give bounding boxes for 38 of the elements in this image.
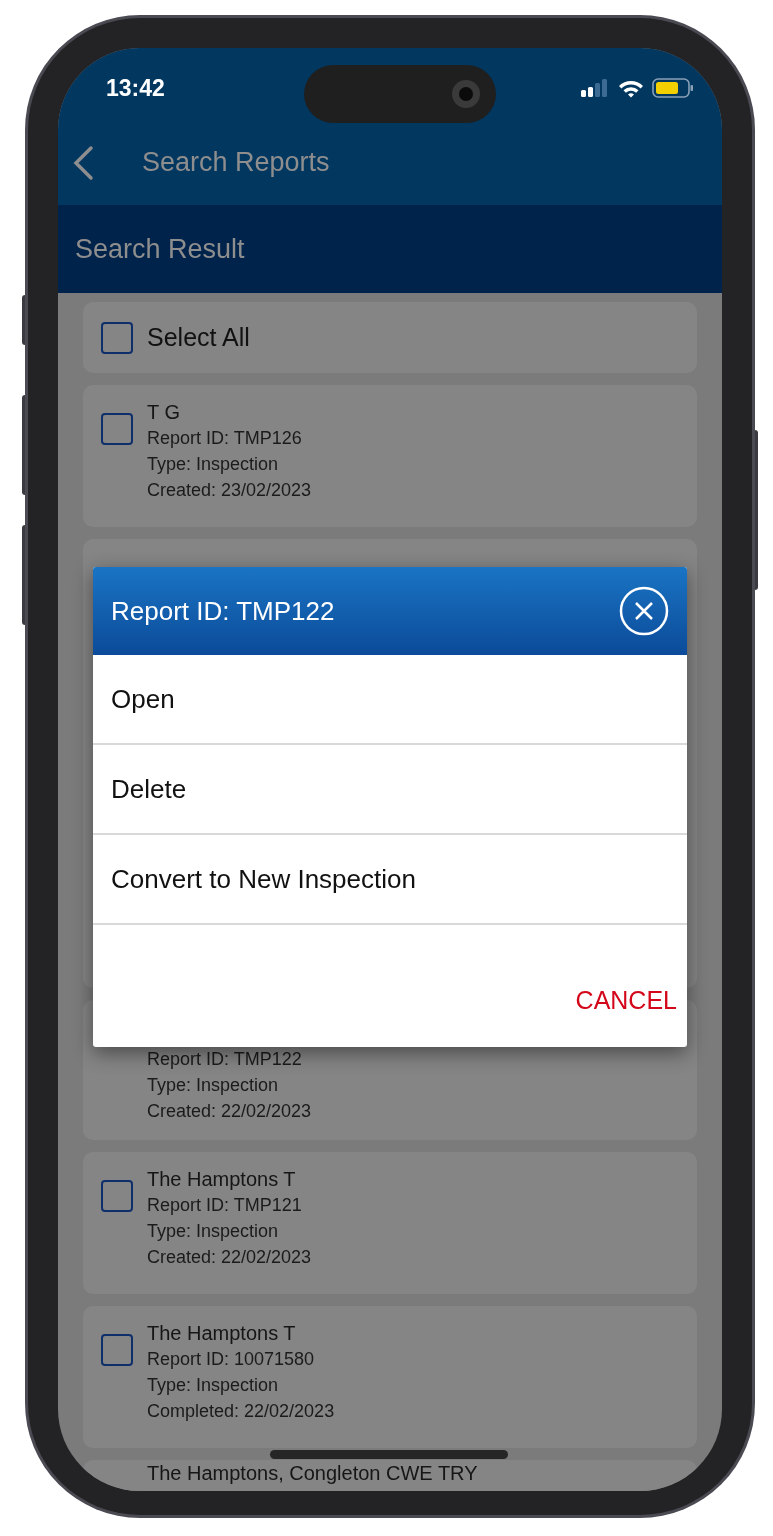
report-card[interactable]: The Hamptons, Congleton CWE TRY xyxy=(83,1460,697,1491)
report-card[interactable]: T G Report ID: TMP126 Type: Inspection Created: 23/02/2023 xyxy=(83,385,697,527)
report-detail: Type: Inspection xyxy=(147,1374,280,1397)
battery-icon xyxy=(652,78,694,98)
report-detail: Report ID: TMP126 xyxy=(147,427,303,450)
report-detail: Report ID: TMP121 xyxy=(147,1194,303,1217)
checkbox[interactable] xyxy=(101,1334,133,1366)
back-icon[interactable] xyxy=(72,144,94,181)
checkbox[interactable] xyxy=(101,413,133,445)
menu-option[interactable]: Convert to New Inspection xyxy=(93,835,687,925)
report-card[interactable]: The Hamptons T Report ID: TMP121 Type: Inspection Created: 22/02/2023 xyxy=(83,1152,697,1294)
select-all-label: Select All xyxy=(147,321,250,353)
report-detail: Type: Inspection xyxy=(147,453,280,476)
signal-icon xyxy=(580,79,610,97)
report-title: The Hamptons, Congleton CWE TRY xyxy=(147,1462,478,1484)
section-header: Search Result xyxy=(58,205,722,293)
report-title: The Hamptons T xyxy=(147,1167,297,1192)
checkbox[interactable] xyxy=(101,1180,133,1212)
report-detail: Type: Inspection xyxy=(147,1220,280,1243)
report-card[interactable]: The Hamptons T Report ID: 10071580 Type: Inspection Completed: 22/02/2023 xyxy=(83,1306,697,1448)
menu-option[interactable]: Delete xyxy=(93,745,687,835)
report-detail: Report ID: 10071580 xyxy=(147,1348,316,1371)
report-title: T G xyxy=(147,400,181,425)
report-detail: Type: Inspection xyxy=(147,1074,280,1097)
report-title: The Hamptons T xyxy=(147,1321,297,1346)
menu-option[interactable]: Open xyxy=(93,655,687,745)
report-detail: Created: 22/02/2023 xyxy=(147,1246,312,1269)
report-detail: Created: 22/02/2023 xyxy=(147,1100,312,1123)
page-title: Search Reports xyxy=(142,146,330,180)
dialog-title: Report ID: TMP122 xyxy=(111,594,335,628)
status-time: 13:42 xyxy=(106,73,165,103)
wifi-icon xyxy=(618,78,644,98)
report-detail: Completed: 22/02/2023 xyxy=(147,1400,335,1423)
report-detail: Created: 23/02/2023 xyxy=(147,479,312,502)
report-detail: Report ID: TMP122 xyxy=(147,1048,303,1071)
camera-icon xyxy=(451,79,481,109)
close-icon[interactable] xyxy=(619,586,669,636)
checkbox[interactable] xyxy=(101,321,133,354)
